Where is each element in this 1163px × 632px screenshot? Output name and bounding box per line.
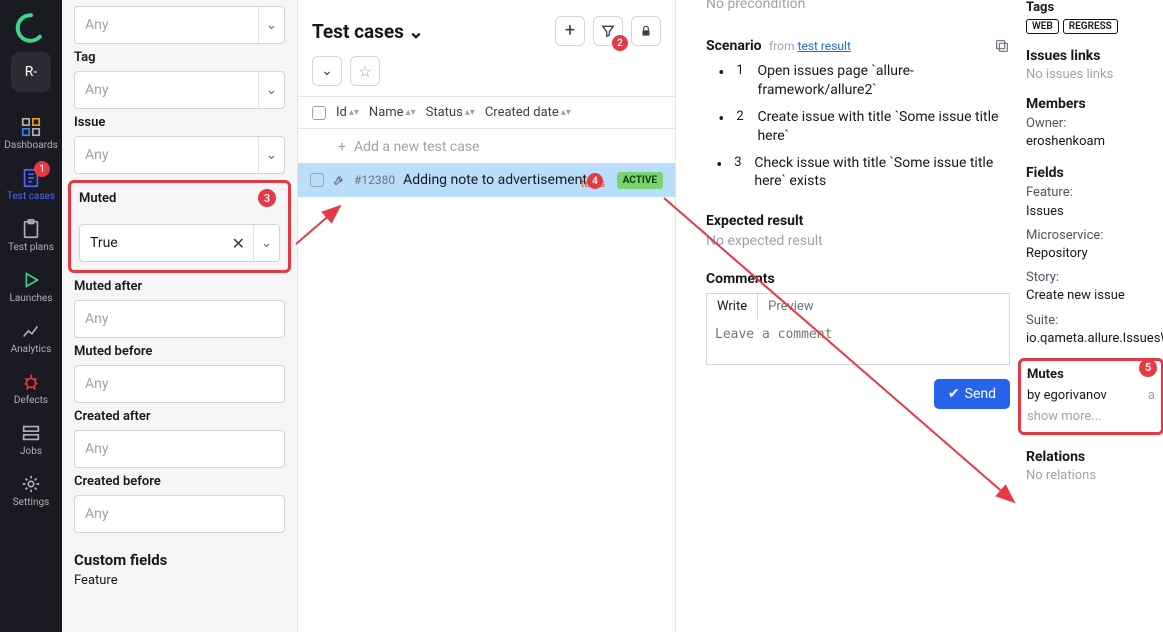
server-icon <box>20 422 42 444</box>
clipboard-icon <box>20 218 42 240</box>
wrench-icon <box>332 173 346 187</box>
select-all-checkbox[interactable] <box>312 106 326 120</box>
no-precondition-text: No precondition <box>706 0 1010 12</box>
test-result-link[interactable]: test result <box>798 39 851 53</box>
row-checkbox[interactable] <box>310 173 324 187</box>
no-expected-text: No expected result <box>706 233 1010 249</box>
tags-heading: Tags <box>1026 0 1156 15</box>
status-chip: ACTIVE <box>617 172 663 189</box>
filter-muted-after-input[interactable]: Any <box>74 300 285 338</box>
filter-created-after-label: Created after <box>74 409 285 424</box>
expand-button[interactable]: ⌄ <box>312 56 342 86</box>
filter-muted-label: Muted <box>79 191 280 206</box>
test-case-row[interactable]: #12380 Adding note to advertisement test… <box>298 163 675 197</box>
lock-icon <box>639 24 653 38</box>
nav-jobs[interactable]: Jobs <box>0 414 62 465</box>
comment-input[interactable] <box>706 319 1010 365</box>
filter-tag-label: Tag <box>74 50 285 65</box>
tag-chip: REGRESS <box>1063 19 1118 34</box>
nav-analytics[interactable]: Analytics <box>0 312 62 363</box>
test-case-name: Adding note to advertisement <box>403 171 609 189</box>
show-more-link[interactable]: show more... <box>1027 409 1155 424</box>
bug-icon <box>20 371 42 393</box>
chevron-down-icon: ⌄ <box>321 63 333 79</box>
filter-issue-label: Issue <box>74 115 285 130</box>
comments-heading: Comments <box>706 271 1010 287</box>
filter-generic-select[interactable]: Any⌄ <box>74 6 285 44</box>
tag-chip: WEB <box>1026 19 1059 34</box>
add-test-case-row[interactable]: + Add a new test case <box>298 129 675 163</box>
nav-defects[interactable]: Defects <box>0 363 62 414</box>
filter-created-before-input[interactable]: Any <box>74 495 285 533</box>
mutes-heading: Mutes <box>1027 367 1155 382</box>
plus-icon: + <box>565 22 575 40</box>
badge-count: 1 <box>34 161 50 177</box>
favorite-button[interactable]: ☆ <box>350 56 380 86</box>
fields-heading: Fields <box>1026 165 1156 181</box>
col-status[interactable]: Status▴▾ <box>426 105 475 120</box>
issues-links-heading: Issues links <box>1026 48 1156 64</box>
col-name[interactable]: Name▴▾ <box>369 105 416 120</box>
annotation-5-badge: 5 <box>1139 359 1157 377</box>
custom-fields-heading: Custom fields <box>74 551 285 569</box>
filter-muted-after-label: Muted after <box>74 279 285 294</box>
no-issues-text: No issues links <box>1026 67 1156 82</box>
annotation-5-box: 5 Mutes by egorivanov a show more... <box>1018 358 1163 435</box>
annotation-2-badge: 2 <box>612 35 628 51</box>
filter-tag-select[interactable]: Any⌄ <box>74 71 285 109</box>
mutes-author: by egorivanov <box>1027 388 1107 403</box>
send-button[interactable]: ✔Send <box>934 379 1010 409</box>
play-icon <box>20 269 42 291</box>
gear-icon <box>20 473 42 495</box>
scenario-step: •3Check issue with title `Some issue tit… <box>706 154 1010 192</box>
chevron-down-icon: ⌄ <box>258 72 284 108</box>
relations-heading: Relations <box>1026 449 1156 465</box>
plus-icon: + <box>338 139 346 155</box>
copy-icon[interactable] <box>994 38 1010 54</box>
check-icon: ✔ <box>948 386 960 402</box>
test-case-id: #12380 <box>354 173 395 187</box>
members-heading: Members <box>1026 96 1156 112</box>
nav-test-cases[interactable]: 1 Test cases <box>0 159 62 210</box>
filter-issue-select[interactable]: Any⌄ <box>74 136 285 174</box>
scenario-heading: Scenario <box>706 38 762 54</box>
no-relations-text: No relations <box>1026 468 1156 483</box>
chevron-down-icon: ⌄ <box>408 20 424 43</box>
filter-button[interactable]: 2 <box>593 16 623 46</box>
annotation-3-badge: 3 <box>258 189 276 207</box>
expected-heading: Expected result <box>706 213 1010 229</box>
filter-created-before-label: Created before <box>74 474 285 489</box>
filter-feature-label: Feature <box>74 573 285 588</box>
lock-button[interactable] <box>631 16 661 46</box>
filter-muted-before-input[interactable]: Any <box>74 365 285 403</box>
dashboard-icon <box>20 116 42 138</box>
tab-write[interactable]: Write <box>706 293 758 320</box>
nav-settings[interactable]: Settings <box>0 465 62 516</box>
filter-muted-before-label: Muted before <box>74 344 285 359</box>
add-button[interactable]: + <box>555 16 585 46</box>
page-title[interactable]: Test cases⌄ <box>312 20 424 43</box>
nav-launches[interactable]: Launches <box>0 261 62 312</box>
filter-created-after-input[interactable]: Any <box>74 430 285 468</box>
col-id[interactable]: Id▴▾ <box>336 105 359 120</box>
filter-muted-select[interactable]: True ✕ ⌄ <box>79 224 280 262</box>
app-logo <box>15 12 47 44</box>
annotation-3-box: 3 Muted True ✕ ⌄ <box>68 180 291 273</box>
tab-preview[interactable]: Preview <box>758 294 823 319</box>
scenario-step: •1Open issues page `allure-framework/all… <box>706 62 1010 100</box>
workspace-badge[interactable]: R- <box>11 52 51 92</box>
scenario-step: •2Create issue with title `Some issue ti… <box>706 108 1010 146</box>
clear-icon[interactable]: ✕ <box>232 234 245 253</box>
nav-test-plans[interactable]: Test plans <box>0 210 62 261</box>
chevron-down-icon: ⌄ <box>253 225 279 261</box>
star-icon: ☆ <box>358 62 372 81</box>
chevron-down-icon: ⌄ <box>258 7 284 43</box>
analytics-icon <box>20 320 42 342</box>
nav-dashboards[interactable]: Dashboards <box>0 108 62 159</box>
chevron-down-icon: ⌄ <box>258 137 284 173</box>
col-created[interactable]: Created date▴▾ <box>485 105 571 120</box>
